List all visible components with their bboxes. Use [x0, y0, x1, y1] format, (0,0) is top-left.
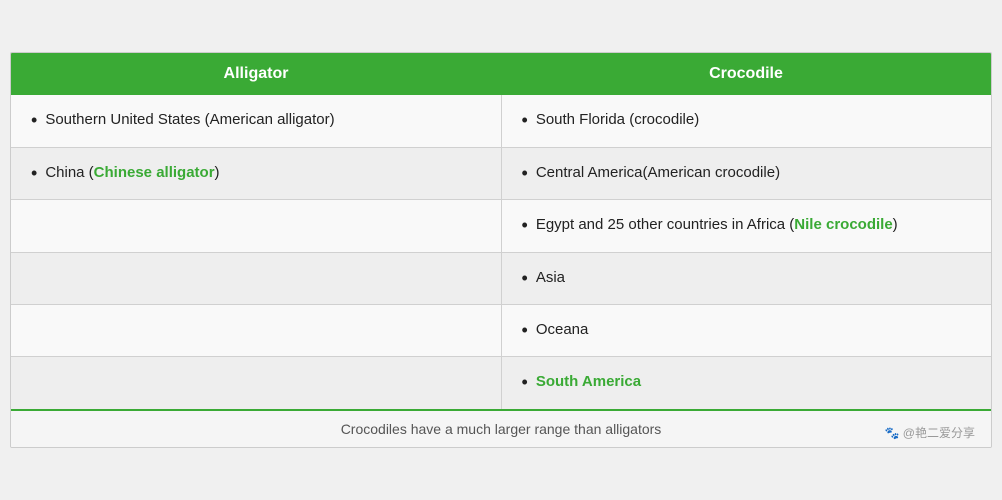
bullet-dot: •	[522, 371, 528, 394]
table-row: • Oceana	[11, 304, 991, 356]
green-label: Chinese alligator	[94, 164, 215, 181]
bullet-text: South Florida (crocodile)	[536, 109, 699, 132]
table-row: • Egypt and 25 other countries in Africa …	[11, 200, 991, 252]
header-crocodile: Crocodile	[501, 53, 991, 95]
cell-crocodile: • South America	[501, 357, 991, 410]
bullet-dot: •	[522, 162, 528, 185]
cell-crocodile: • Oceana	[501, 304, 991, 356]
bullet-item: • South America	[522, 371, 972, 394]
bullet-text: South America	[536, 371, 641, 394]
cell-crocodile: • Central America(American crocodile)	[501, 147, 991, 199]
bullet-dot: •	[31, 109, 37, 132]
table-footer-row: Crocodiles have a much larger range than…	[11, 410, 991, 447]
cell-alligator	[11, 252, 501, 304]
bullet-item: • South Florida (crocodile)	[522, 109, 972, 132]
watermark: 🐾 @艳二爱分享	[885, 424, 975, 441]
cell-crocodile: • South Florida (crocodile)	[501, 95, 991, 147]
bullet-item: • Oceana	[522, 319, 972, 342]
bullet-text: China (Chinese alligator)	[45, 162, 219, 185]
header-alligator: Alligator	[11, 53, 501, 95]
bullet-text: Southern United States (American alligat…	[45, 109, 334, 132]
bullet-text: Central America(American crocodile)	[536, 162, 780, 185]
bullet-dot: •	[522, 109, 528, 132]
cell-crocodile: • Egypt and 25 other countries in Africa …	[501, 200, 991, 252]
bullet-dot: •	[522, 319, 528, 342]
cell-crocodile: • Asia	[501, 252, 991, 304]
bullet-item: • Central America(American crocodile)	[522, 162, 972, 185]
bullet-item: • China (Chinese alligator)	[31, 162, 481, 185]
table-row: • South America	[11, 357, 991, 410]
bullet-item: • Asia	[522, 267, 972, 290]
main-container: Alligator Crocodile • Southern United Sta…	[10, 52, 992, 447]
footer-text: Crocodiles have a much larger range than…	[341, 421, 662, 437]
cell-alligator: • Southern United States (American alliga…	[11, 95, 501, 147]
bullet-dot: •	[522, 214, 528, 237]
cell-alligator: • China (Chinese alligator)	[11, 147, 501, 199]
table-row: • China (Chinese alligator) • Central Ameri…	[11, 147, 991, 199]
bullet-text: Oceana	[536, 319, 589, 342]
bullet-item: • Southern United States (American alliga…	[31, 109, 481, 132]
cell-alligator	[11, 200, 501, 252]
table-row: • Southern United States (American alliga…	[11, 95, 991, 147]
green-label: Nile crocodile	[794, 216, 892, 233]
table-header-row: Alligator Crocodile	[11, 53, 991, 95]
bullet-item: • Egypt and 25 other countries in Africa …	[522, 214, 972, 237]
table-row: • Asia	[11, 252, 991, 304]
bullet-dot: •	[522, 267, 528, 290]
comparison-table: Alligator Crocodile • Southern United Sta…	[11, 53, 991, 446]
footer-note: Crocodiles have a much larger range than…	[11, 410, 991, 447]
bullet-text: Asia	[536, 267, 565, 290]
cell-alligator	[11, 304, 501, 356]
cell-alligator	[11, 357, 501, 410]
bullet-dot: •	[31, 162, 37, 185]
bullet-text: Egypt and 25 other countries in Africa (…	[536, 214, 898, 237]
